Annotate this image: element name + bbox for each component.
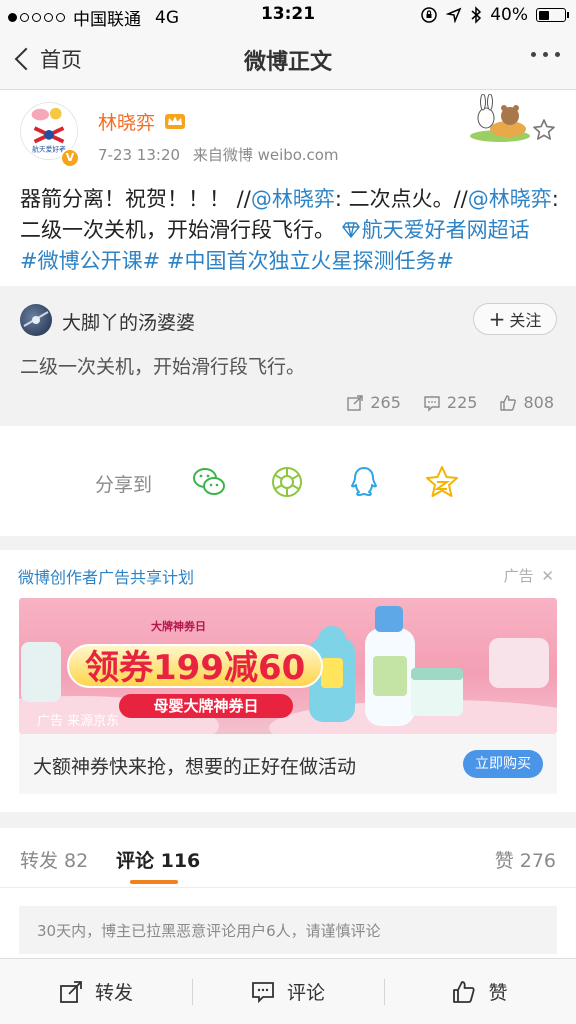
favorite-star-icon[interactable]	[532, 118, 556, 142]
ad-card: 微博创作者广告共享计划 广告 ✕ 大牌神券日 领券199减60 母婴大牌神券日 …	[0, 550, 576, 812]
comment-count-value: 225	[446, 393, 478, 412]
repost-count-value: 265	[370, 393, 401, 412]
ad-brand-label: 大牌神券日	[151, 620, 206, 633]
post-meta: 7-23 13:20 来自微博 weibo.com	[98, 144, 339, 165]
ad-caption-bar[interactable]: 大额神券快来抢，想要的正好在做活动 立即购买	[19, 734, 557, 794]
follow-label: 关注	[509, 311, 542, 330]
thumbs-up-icon	[453, 980, 476, 1003]
original-author-avatar[interactable]	[20, 304, 52, 336]
ad-banner-image[interactable]: 大牌神券日 领券199减60 母婴大牌神券日 广告 来源京东	[19, 598, 557, 734]
share-row: 分享到	[0, 426, 576, 536]
cartoon-sticker-icon	[470, 94, 530, 142]
ad-source-label: 广告 来源京东	[37, 714, 120, 729]
original-post-text: 二级一次关机，开始滑行段飞行。	[20, 356, 306, 378]
interaction-tabs: 转发 82 评论 116 赞 276	[0, 828, 576, 888]
battery-icon	[536, 8, 569, 22]
super-topic-link[interactable]: 航天爱好者网超话	[341, 218, 530, 242]
wechat-icon[interactable]	[191, 464, 227, 500]
repost-count[interactable]: 265	[346, 393, 401, 412]
active-tab-indicator	[130, 880, 178, 884]
post-timestamp: 7-23 13:20	[98, 146, 181, 164]
follow-button[interactable]: + 关注	[473, 303, 557, 335]
like-button[interactable]: 赞	[384, 959, 576, 1024]
ad-program-link[interactable]: 微博创作者广告共享计划	[18, 564, 194, 588]
ad-tag-label: 广告	[503, 567, 534, 585]
nav-bar: 首页 微博正文	[0, 30, 576, 90]
tab-likes[interactable]: 赞 276	[495, 846, 556, 873]
moments-icon[interactable]	[269, 464, 305, 500]
ad-caption-text: 大额神券快来抢，想要的正好在做活动	[33, 756, 357, 778]
repost-button[interactable]: 转发	[0, 959, 192, 1024]
mention-link[interactable]: @林晓弈	[251, 187, 335, 211]
close-icon: ✕	[541, 567, 554, 585]
hashtag-link[interactable]: #微博公开课#	[20, 249, 160, 273]
location-icon	[446, 7, 462, 23]
author-name[interactable]: 林晓弈	[98, 108, 155, 135]
original-author-name[interactable]: 大脚丫的汤婆婆	[62, 308, 195, 335]
repost-icon	[60, 980, 82, 1003]
weibo-post: 航天爱好者 V 林晓弈 7-23 13:20 来自微博 weibo.com 器箭…	[0, 90, 576, 286]
post-text-segment: : 二次点火。//	[334, 187, 468, 211]
share-label: 分享到	[95, 474, 153, 496]
repost-button-label: 转发	[94, 982, 133, 1004]
thumbs-up-icon	[500, 394, 517, 411]
comment-notice: 30天内，博主已拉黑恶意评论用户6人，请谨慎评论	[19, 906, 557, 954]
ad-strip-label: 母婴大牌神券日	[119, 694, 293, 718]
battery-percent: 40%	[490, 5, 528, 25]
comment-notice-section: 30天内，博主已拉黑恶意评论用户6人，请谨慎评论	[0, 888, 576, 958]
orientation-lock-icon	[421, 7, 437, 23]
like-button-label: 赞	[488, 982, 508, 1004]
post-source: 来自微博 weibo.com	[192, 146, 339, 164]
bottom-toolbar: 转发 评论 赞	[0, 958, 576, 1024]
tab-comments[interactable]: 评论 116	[116, 846, 200, 873]
bluetooth-icon	[471, 6, 482, 24]
ad-coupon-label: 领券199减60	[67, 644, 324, 688]
page-title: 微博正文	[243, 50, 332, 75]
diamond-icon	[341, 222, 360, 239]
like-count-value: 808	[523, 393, 554, 412]
comment-icon	[424, 395, 440, 412]
status-bar: 中国联通 4G 13:21 40%	[0, 0, 576, 30]
comment-button[interactable]: 评论	[192, 959, 384, 1024]
post-text: 器箭分离！祝贺！！！ //@林晓弈: 二次点火。//@林晓弈: 二级一次关机，开…	[20, 184, 560, 277]
repost-icon	[347, 394, 364, 411]
original-post-stats: 265 225 808	[346, 393, 554, 412]
mention-link[interactable]: @林晓弈	[468, 187, 552, 211]
post-text-segment: 器箭分离！祝贺！！！ //	[20, 187, 251, 211]
like-count[interactable]: 808	[499, 393, 554, 412]
hashtag-link[interactable]: #中国首次独立火星探测任务#	[167, 249, 454, 273]
buy-now-button[interactable]: 立即购买	[463, 750, 543, 778]
comment-count[interactable]: 225	[423, 393, 478, 412]
tab-reposts[interactable]: 转发 82	[20, 846, 88, 873]
crown-icon	[165, 114, 185, 129]
qq-icon[interactable]	[346, 464, 382, 500]
super-topic-label: 航天爱好者网超话	[361, 218, 530, 242]
status-right: 40%	[420, 5, 569, 25]
more-options-icon[interactable]	[531, 52, 560, 57]
qzone-icon[interactable]	[424, 464, 460, 500]
ad-close-button[interactable]: 广告 ✕	[504, 565, 554, 586]
comment-icon	[252, 981, 274, 1003]
verified-badge: V	[60, 148, 80, 168]
original-post-card[interactable]: 大脚丫的汤婆婆 + 关注 二级一次关机，开始滑行段飞行。 265 225 808	[0, 286, 576, 426]
plus-icon: +	[488, 307, 506, 331]
comment-button-label: 评论	[286, 982, 325, 1004]
